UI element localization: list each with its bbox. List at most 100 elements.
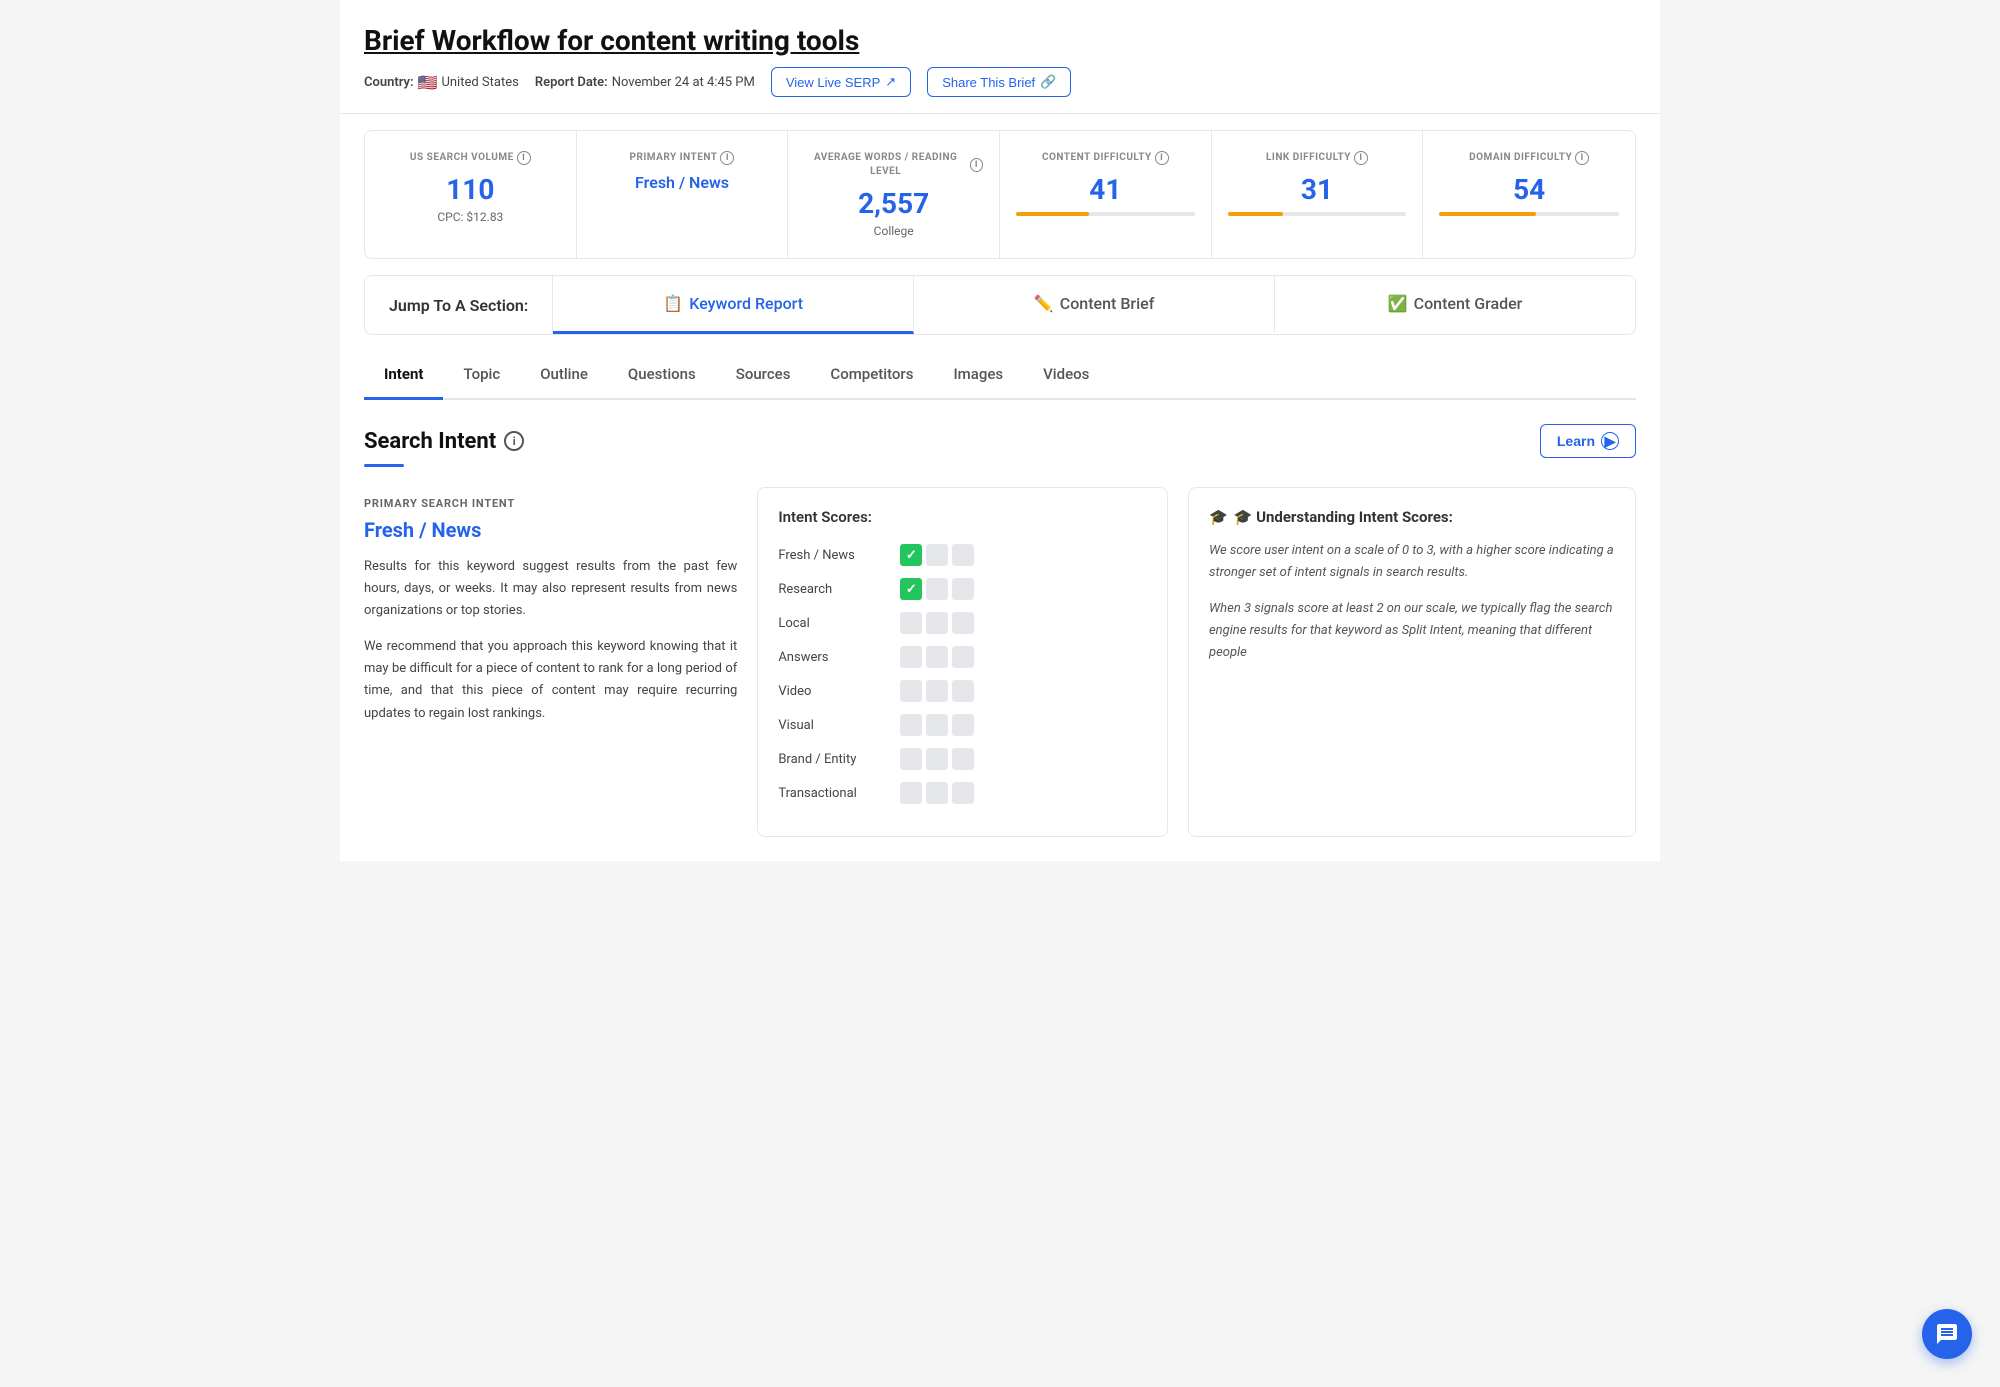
us-search-volume-info-icon[interactable]: i (517, 151, 531, 165)
content-difficulty-info-icon[interactable]: i (1155, 151, 1169, 165)
intent-scores-title: Intent Scores: (778, 508, 1147, 526)
score-boxes-visual (900, 714, 974, 736)
domain-difficulty-value: 54 (1439, 173, 1619, 206)
score-row-fresh-news: Fresh / News (778, 544, 1147, 566)
score-boxes-brand-entity (900, 748, 974, 770)
score-boxes-answers (900, 646, 974, 668)
score-box-2 (926, 748, 948, 770)
us-search-volume-value: 110 (381, 173, 560, 206)
domain-difficulty-bar (1439, 212, 1619, 216)
link-icon: 🔗 (1040, 74, 1056, 90)
intent-description-1: Results for this keyword suggest results… (364, 556, 737, 622)
sub-tab-outline[interactable]: Outline (520, 351, 608, 400)
domain-difficulty-info-icon[interactable]: i (1575, 151, 1589, 165)
score-box-3 (952, 748, 974, 770)
primary-intent-column: PRIMARY SEARCH INTENT Fresh / News Resul… (364, 487, 737, 837)
score-box-2 (926, 578, 948, 600)
jump-tab-content-brief[interactable]: ✏️ Content Brief (914, 276, 1275, 334)
stats-bar: US SEARCH VOLUME i 110 CPC: $12.83 PRIMA… (364, 130, 1636, 259)
link-difficulty-value: 31 (1228, 173, 1407, 206)
score-box-2 (926, 612, 948, 634)
understanding-text-2: When 3 signals score at least 2 on our s… (1209, 598, 1615, 664)
score-box-1 (900, 544, 922, 566)
score-box-1 (900, 748, 922, 770)
us-search-volume-sub: CPC: $12.83 (381, 210, 560, 224)
avg-words-value: 2,557 (804, 187, 983, 220)
sub-tab-sources[interactable]: Sources (716, 351, 811, 400)
understanding-card: 🎓 🎓 Understanding Intent Scores: We scor… (1188, 487, 1636, 837)
chat-icon (1935, 1322, 1959, 1346)
score-boxes-fresh-news (900, 544, 974, 566)
score-box-1 (900, 578, 922, 600)
score-row-visual: Visual (778, 714, 1147, 736)
score-box-2 (926, 680, 948, 702)
content-grader-icon: ✅ (1388, 294, 1408, 313)
section-info-icon[interactable]: i (504, 431, 524, 451)
stat-domain-difficulty: DOMAIN DIFFICULTY i 54 (1423, 131, 1635, 258)
link-difficulty-info-icon[interactable]: i (1354, 151, 1368, 165)
score-boxes-research (900, 578, 974, 600)
intent-scores-card: Intent Scores: Fresh / News Research (757, 487, 1168, 837)
score-box-3 (952, 612, 974, 634)
share-brief-button[interactable]: Share This Brief 🔗 (927, 67, 1071, 97)
section-title: Search Intent i (364, 429, 524, 454)
score-row-brand-entity: Brand / Entity (778, 748, 1147, 770)
intent-description-2: We recommend that you approach this keyw… (364, 636, 737, 724)
content-area: Search Intent i Learn ▶ PRIMARY SEARCH I… (340, 400, 1660, 861)
country-meta: Country: 🇺🇸 United States (364, 73, 519, 92)
avg-words-info-icon[interactable]: i (970, 158, 983, 172)
content-brief-icon: ✏️ (1034, 294, 1054, 313)
score-box-1 (900, 782, 922, 804)
content-difficulty-value: 41 (1016, 173, 1195, 206)
link-difficulty-fill (1228, 212, 1283, 216)
score-box-2 (926, 646, 948, 668)
score-row-local: Local (778, 612, 1147, 634)
link-difficulty-bar (1228, 212, 1407, 216)
stat-avg-words: AVERAGE WORDS / READING LEVEL i 2,557 Co… (788, 131, 1000, 258)
score-row-video: Video (778, 680, 1147, 702)
stat-us-search-volume: US SEARCH VOLUME i 110 CPC: $12.83 (365, 131, 577, 258)
graduation-icon: 🎓 (1209, 508, 1228, 526)
header-meta: Country: 🇺🇸 United States Report Date: N… (364, 67, 1636, 97)
score-box-3 (952, 680, 974, 702)
blue-accent-bar (364, 464, 404, 467)
sub-tab-images[interactable]: Images (933, 351, 1023, 400)
score-row-answers: Answers (778, 646, 1147, 668)
sub-tab-competitors[interactable]: Competitors (810, 351, 933, 400)
jump-nav-label: Jump To A Section: (365, 276, 553, 334)
score-box-3 (952, 578, 974, 600)
score-box-2 (926, 714, 948, 736)
page-title: Brief Workflow for content writing tools (364, 24, 1636, 57)
score-box-3 (952, 544, 974, 566)
score-row-research: Research (778, 578, 1147, 600)
stat-content-difficulty: CONTENT DIFFICULTY i 41 (1000, 131, 1212, 258)
jump-nav: Jump To A Section: 📋 Keyword Report ✏️ C… (364, 275, 1636, 335)
score-boxes-video (900, 680, 974, 702)
score-box-3 (952, 782, 974, 804)
sub-tab-topic[interactable]: Topic (443, 351, 520, 400)
sub-tab-videos[interactable]: Videos (1023, 351, 1109, 400)
understanding-title: 🎓 🎓 Understanding Intent Scores: (1209, 508, 1615, 526)
chat-bubble[interactable] (1922, 1309, 1972, 1359)
score-box-1 (900, 714, 922, 736)
score-box-1 (900, 612, 922, 634)
jump-tab-content-grader[interactable]: ✅ Content Grader (1275, 276, 1635, 334)
score-row-transactional: Transactional (778, 782, 1147, 804)
intent-grid: PRIMARY SEARCH INTENT Fresh / News Resul… (364, 487, 1636, 837)
learn-button[interactable]: Learn ▶ (1540, 424, 1636, 458)
understanding-text-1: We score user intent on a scale of 0 to … (1209, 540, 1615, 584)
primary-intent-value[interactable]: Fresh / News (593, 173, 772, 192)
score-box-1 (900, 646, 922, 668)
jump-tab-keyword-report[interactable]: 📋 Keyword Report (553, 276, 914, 334)
primary-intent-info-icon[interactable]: i (720, 151, 734, 165)
domain-difficulty-fill (1439, 212, 1536, 216)
report-date-meta: Report Date: November 24 at 4:45 PM (535, 75, 755, 90)
section-header: Search Intent i Learn ▶ (364, 424, 1636, 458)
external-link-icon: ↗ (885, 74, 896, 90)
sub-tab-questions[interactable]: Questions (608, 351, 716, 400)
sub-tab-intent[interactable]: Intent (364, 351, 443, 400)
score-box-3 (952, 646, 974, 668)
sub-nav: Intent Topic Outline Questions Sources C… (364, 351, 1636, 400)
primary-intent-value[interactable]: Fresh / News (364, 518, 737, 542)
view-live-serp-button[interactable]: View Live SERP ↗ (771, 67, 911, 97)
